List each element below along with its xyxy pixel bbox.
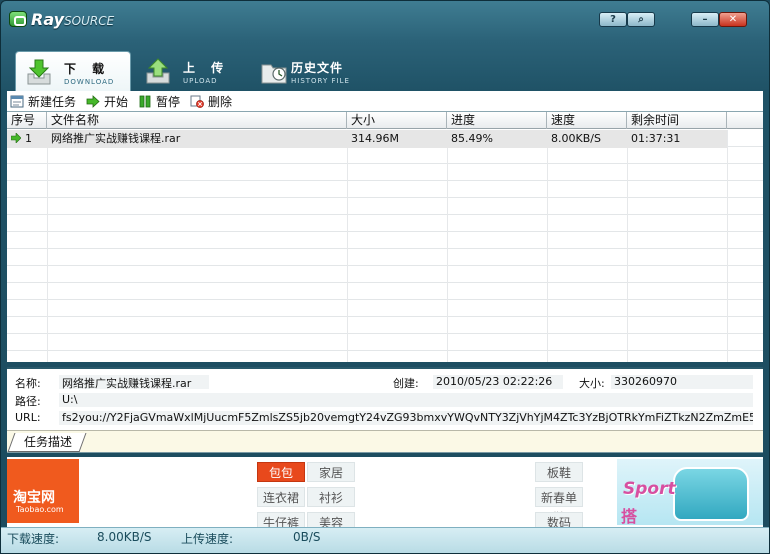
help-button[interactable]: ?: [599, 12, 627, 27]
detail-url-line: URL: fs2you://Y2FjaGVmaWxlMjUucmF5ZmlsZS…: [7, 410, 763, 426]
detail-created-value: 2010/05/23 02:22:26: [433, 375, 563, 389]
taobao-logo[interactable]: 淘宝网 Taobao.com: [7, 459, 79, 523]
task-details-panel: 名称: 网络推广实战赚钱课程.rar 创建: 2010/05/23 02:22:…: [7, 367, 763, 430]
upload-speed-value: 0B/S: [293, 530, 321, 544]
close-button[interactable]: ✕: [719, 12, 747, 27]
row-progress: 85.49%: [451, 132, 493, 145]
app-logo: RaySOURCE: [9, 9, 114, 29]
row-size: 314.96M: [351, 132, 399, 145]
detail-name-label: 名称:: [15, 377, 41, 390]
new-task-label: 新建任务: [28, 94, 77, 109]
col-divider: [447, 130, 448, 362]
tab-upload-sub: UPLOAD: [183, 77, 218, 85]
row-status-arrow-icon: [11, 133, 21, 143]
delete-label: 删除: [208, 94, 233, 109]
col-divider: [547, 130, 548, 362]
tab-download-sub: DOWNLOAD: [64, 78, 115, 86]
row-speed: 8.00KB/S: [551, 132, 601, 145]
detail-url-label: URL:: [15, 411, 41, 424]
ad-banner[interactable]: 淘宝网 Taobao.com 包包 家居 连衣裙 衬衫 牛仔裤 美容 板鞋 新春…: [7, 457, 763, 527]
delete-icon: [190, 95, 204, 108]
pause-label: 暂停: [156, 94, 181, 109]
tab-upload[interactable]: 上 传 UPLOAD: [135, 51, 251, 91]
detail-size-label: 大小:: [579, 377, 605, 390]
tab-history-sub: HISTORY FILE: [291, 77, 350, 85]
col-index-header[interactable]: 序号: [7, 112, 47, 129]
upload-tab-icon: [146, 58, 170, 84]
download-tab-icon: [27, 59, 51, 85]
upload-speed-label: 上传速度:: [181, 532, 234, 546]
ad-link-bags[interactable]: 包包: [257, 462, 305, 482]
row-index-cell: 1: [7, 130, 47, 148]
title-bar: RaySOURCE ? ⌕ – ✕: [1, 1, 769, 35]
col-speed-header[interactable]: 速度: [547, 112, 627, 129]
minimize-button[interactable]: –: [691, 12, 719, 27]
task-description-bar: 任务描述: [7, 430, 763, 453]
task-table: 序号 文件名称 大小 进度 速度 剩余时间 1 网络推广实战赚钱课程.rar 3…: [7, 111, 763, 362]
app-window: RaySOURCE ? ⌕ – ✕ 下 载 DOWNLOAD 上 传 UPLOA…: [0, 0, 770, 554]
table-row[interactable]: 1 网络推广实战赚钱课程.rar 314.96M 85.49% 8.00KB/S…: [7, 130, 727, 148]
detail-url-value[interactable]: fs2you://Y2FjaGVmaWxlMjUucmF5ZmlsZS5jb20…: [59, 411, 753, 425]
table-body: [7, 130, 763, 362]
col-divider: [627, 130, 628, 362]
tab-task-description[interactable]: 任务描述: [7, 433, 87, 452]
ad-link-digital[interactable]: 数码: [535, 512, 583, 527]
download-speed-value: 8.00KB/S: [97, 530, 152, 544]
logo-main: Ray: [31, 9, 65, 29]
row-filename: 网络推广实战赚钱课程.rar: [51, 132, 181, 145]
logo-sub: SOURCE: [64, 13, 115, 28]
row-index: 1: [25, 132, 32, 145]
tab-upload-title: 上 传: [183, 61, 230, 75]
history-tab-icon: [261, 64, 287, 84]
detail-path-label: 路径:: [15, 395, 41, 408]
col-remaining-header[interactable]: 剩余时间: [627, 112, 727, 129]
new-task-button[interactable]: 新建任务: [10, 93, 76, 110]
ad-link-spring-shoes[interactable]: 新春单鞋: [535, 487, 583, 525]
ad-link-jeans[interactable]: 牛仔裤: [257, 512, 305, 527]
tab-history-title: 历史文件: [291, 61, 344, 75]
ad-link-beauty[interactable]: 美容: [307, 512, 355, 527]
sport-ad-text2: 搭: [621, 507, 638, 525]
detail-size-value: 330260970: [611, 375, 753, 389]
detail-name-value: 网络推广实战赚钱课程.rar: [59, 375, 209, 389]
sport-ad-text: Sport: [623, 479, 676, 499]
new-task-icon: [10, 95, 24, 107]
ad-link-home[interactable]: 家居: [307, 462, 355, 482]
ad-link-shirts[interactable]: 衬衫: [307, 487, 355, 507]
col-divider: [727, 130, 728, 362]
sport-ad-image[interactable]: Sport 搭: [617, 459, 763, 525]
tab-history[interactable]: 历史文件 HISTORY FILE: [251, 51, 381, 91]
start-button[interactable]: 开始: [86, 93, 128, 110]
pause-button[interactable]: 暂停: [138, 93, 180, 110]
row-remaining: 01:37:31: [631, 132, 681, 145]
detail-path-value: U:\: [59, 393, 753, 407]
taobao-logo-domain: Taobao.com: [16, 505, 64, 514]
start-label: 开始: [104, 94, 129, 109]
col-divider: [347, 130, 348, 362]
col-progress-header[interactable]: 进度: [447, 112, 547, 129]
search-button[interactable]: ⌕: [627, 12, 655, 27]
status-bar: 下载速度: 8.00KB/S 上传速度: 0B/S: [1, 527, 769, 553]
col-size-header[interactable]: 大小: [347, 112, 447, 129]
logo-icon: [9, 11, 27, 27]
download-speed-label: 下载速度:: [7, 532, 60, 546]
detail-name-line: 名称: 网络推广实战赚钱课程.rar 创建: 2010/05/23 02:22:…: [7, 374, 763, 390]
bag-image: [673, 467, 749, 521]
detail-path-line: 路径: U:\: [7, 392, 763, 408]
detail-created-label: 创建:: [393, 377, 419, 390]
col-divider: [47, 130, 48, 362]
main-tabs: 下 载 DOWNLOAD 上 传 UPLOAD 历史文件 HISTORY FIL…: [1, 51, 769, 91]
taobao-logo-text: 淘宝网: [13, 490, 55, 506]
pause-icon: [139, 95, 151, 107]
tab-download-title: 下 载: [64, 62, 111, 76]
task-description-label: 任务描述: [24, 435, 73, 449]
task-toolbar: 新建任务 开始 暂停 删除: [7, 91, 763, 111]
table-header: 序号 文件名称 大小 进度 速度 剩余时间: [7, 112, 763, 129]
start-icon: [86, 94, 100, 108]
ad-link-sneakers[interactable]: 板鞋: [535, 462, 583, 482]
col-filename-header[interactable]: 文件名称: [47, 112, 347, 129]
tab-download[interactable]: 下 载 DOWNLOAD: [15, 51, 131, 91]
ad-link-dresses[interactable]: 连衣裙: [257, 487, 305, 507]
delete-button[interactable]: 删除: [190, 93, 232, 110]
